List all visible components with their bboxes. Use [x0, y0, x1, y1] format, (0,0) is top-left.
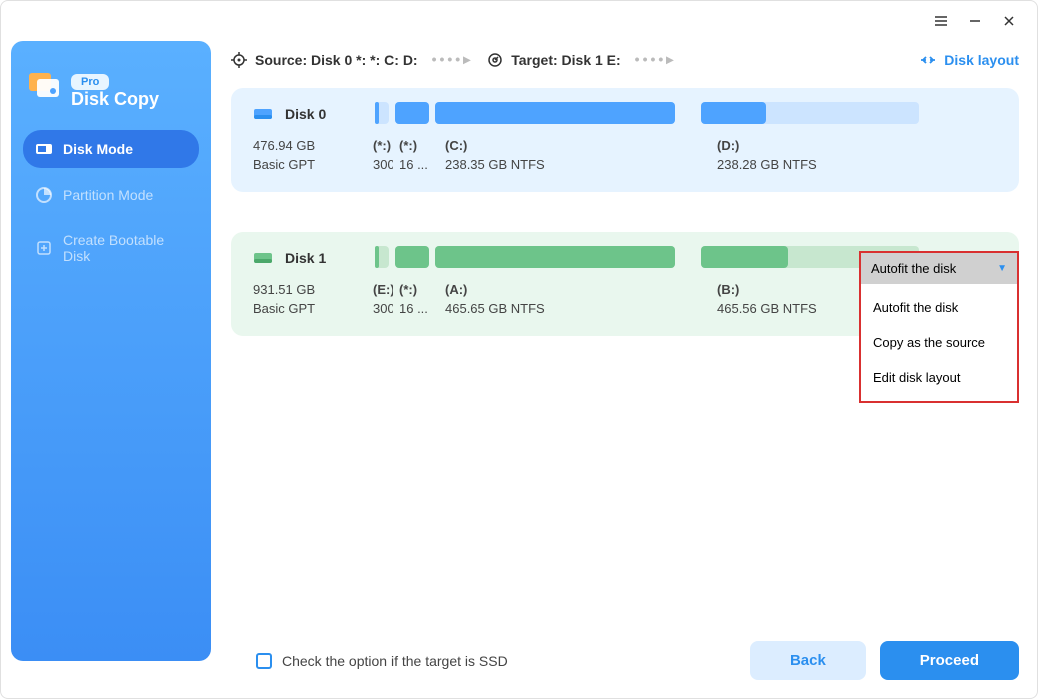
disk-icon [253, 106, 273, 122]
disk-type: Basic GPT [253, 301, 373, 316]
source-label: Source: Disk 0 *: *: C: D: [255, 52, 418, 68]
disk-mode-icon [35, 140, 53, 158]
ssd-checkbox[interactable]: Check the option if the target is SSD [256, 653, 508, 669]
partition-size: 300 ... [373, 157, 393, 172]
partition-bar[interactable] [395, 246, 429, 268]
partition-size: 16 ... [399, 301, 439, 316]
dropdown-option-copy-source[interactable]: Copy as the source [861, 325, 1017, 360]
disk-icon [253, 250, 273, 266]
target-icon [487, 52, 503, 68]
partition-bar[interactable] [395, 102, 429, 124]
partition-label: (C:) [445, 138, 691, 153]
close-button[interactable] [1001, 13, 1017, 29]
main-area: Source: Disk 0 *: *: C: D: ••••▸ Target:… [231, 51, 1019, 680]
sidebar-item-partition-mode[interactable]: Partition Mode [23, 176, 199, 214]
partition-label: (D:) [717, 138, 935, 153]
chevron-down-icon: ▼ [997, 263, 1007, 274]
checkbox-icon [256, 653, 272, 669]
minimize-button[interactable] [967, 13, 983, 29]
partition-label: (E:) [373, 282, 393, 297]
bootable-disk-icon [35, 239, 53, 257]
partition-label: (*:) [373, 138, 393, 153]
partition-info: (*:) 16 ... [399, 138, 439, 172]
source-header: Source: Disk 0 *: *: C: D: [231, 52, 418, 68]
source-disk-card: Disk 0 476.94 GB Basic GPT (*:)300 ...(*… [231, 88, 1019, 192]
back-button[interactable]: Back [750, 641, 866, 680]
dropdown-selected-label: Autofit the disk [871, 261, 956, 276]
partition-info: (*:) 16 ... [399, 282, 439, 316]
app-logo-icon [27, 65, 61, 99]
pro-badge: Pro [71, 74, 109, 90]
sidebar-item-disk-mode[interactable]: Disk Mode [23, 130, 199, 168]
menu-icon[interactable] [933, 13, 949, 29]
sidebar-item-label: Disk Mode [63, 141, 133, 157]
partition-bar[interactable] [375, 246, 389, 268]
sidebar: Pro Disk Copy Disk Mode Partition Mode C… [11, 41, 211, 661]
partition-size: 238.35 GB NTFS [445, 157, 691, 172]
partition-label: (*:) [399, 282, 439, 297]
partition-info: (E:) 300 ... [373, 282, 393, 316]
dropdown-option-edit-layout[interactable]: Edit disk layout [861, 360, 1017, 395]
sidebar-item-create-bootable[interactable]: Create Bootable Disk [23, 222, 199, 274]
arrow-dots: ••••▸ [635, 51, 677, 68]
partition-size: 465.65 GB NTFS [445, 301, 691, 316]
partition-label: (*:) [399, 138, 439, 153]
partition-mode-icon [35, 186, 53, 204]
sidebar-item-label: Create Bootable Disk [63, 232, 187, 264]
ssd-checkbox-label: Check the option if the target is SSD [282, 653, 508, 669]
disk-name: Disk 1 [285, 250, 326, 266]
partition-info: (D:) 238.28 GB NTFS [717, 138, 935, 172]
partition-label: (A:) [445, 282, 691, 297]
disk-layout-button[interactable]: Disk layout [920, 52, 1019, 68]
partition-info: (A:) 465.65 GB NTFS [445, 282, 691, 316]
disk-size: 476.94 GB [253, 138, 373, 153]
partition-info: (*:) 300 ... [373, 138, 393, 172]
partition-bar[interactable] [701, 102, 919, 124]
disk-size: 931.51 GB [253, 282, 373, 297]
dropdown-selected[interactable]: Autofit the disk ▼ [861, 253, 1017, 284]
partition-size: 16 ... [399, 157, 439, 172]
layout-icon [920, 52, 936, 68]
sidebar-item-label: Partition Mode [63, 187, 153, 203]
crosshair-icon [231, 52, 247, 68]
partition-info: (C:) 238.35 GB NTFS [445, 138, 691, 172]
target-label: Target: Disk 1 E: [511, 52, 620, 68]
disk-name: Disk 0 [285, 106, 326, 122]
target-header: Target: Disk 1 E: [487, 52, 620, 68]
disk-layout-label: Disk layout [944, 52, 1019, 68]
partition-size: 238.28 GB NTFS [717, 157, 935, 172]
dropdown-option-autofit[interactable]: Autofit the disk [861, 290, 1017, 325]
partition-size: 300 ... [373, 301, 393, 316]
partition-bar[interactable] [435, 102, 675, 124]
partition-bar[interactable] [375, 102, 389, 124]
partition-bar[interactable] [435, 246, 675, 268]
layout-dropdown: Autofit the disk ▼ Autofit the disk Copy… [859, 251, 1019, 403]
proceed-button[interactable]: Proceed [880, 641, 1019, 680]
disk-type: Basic GPT [253, 157, 373, 172]
arrow-dots: ••••▸ [432, 51, 474, 68]
